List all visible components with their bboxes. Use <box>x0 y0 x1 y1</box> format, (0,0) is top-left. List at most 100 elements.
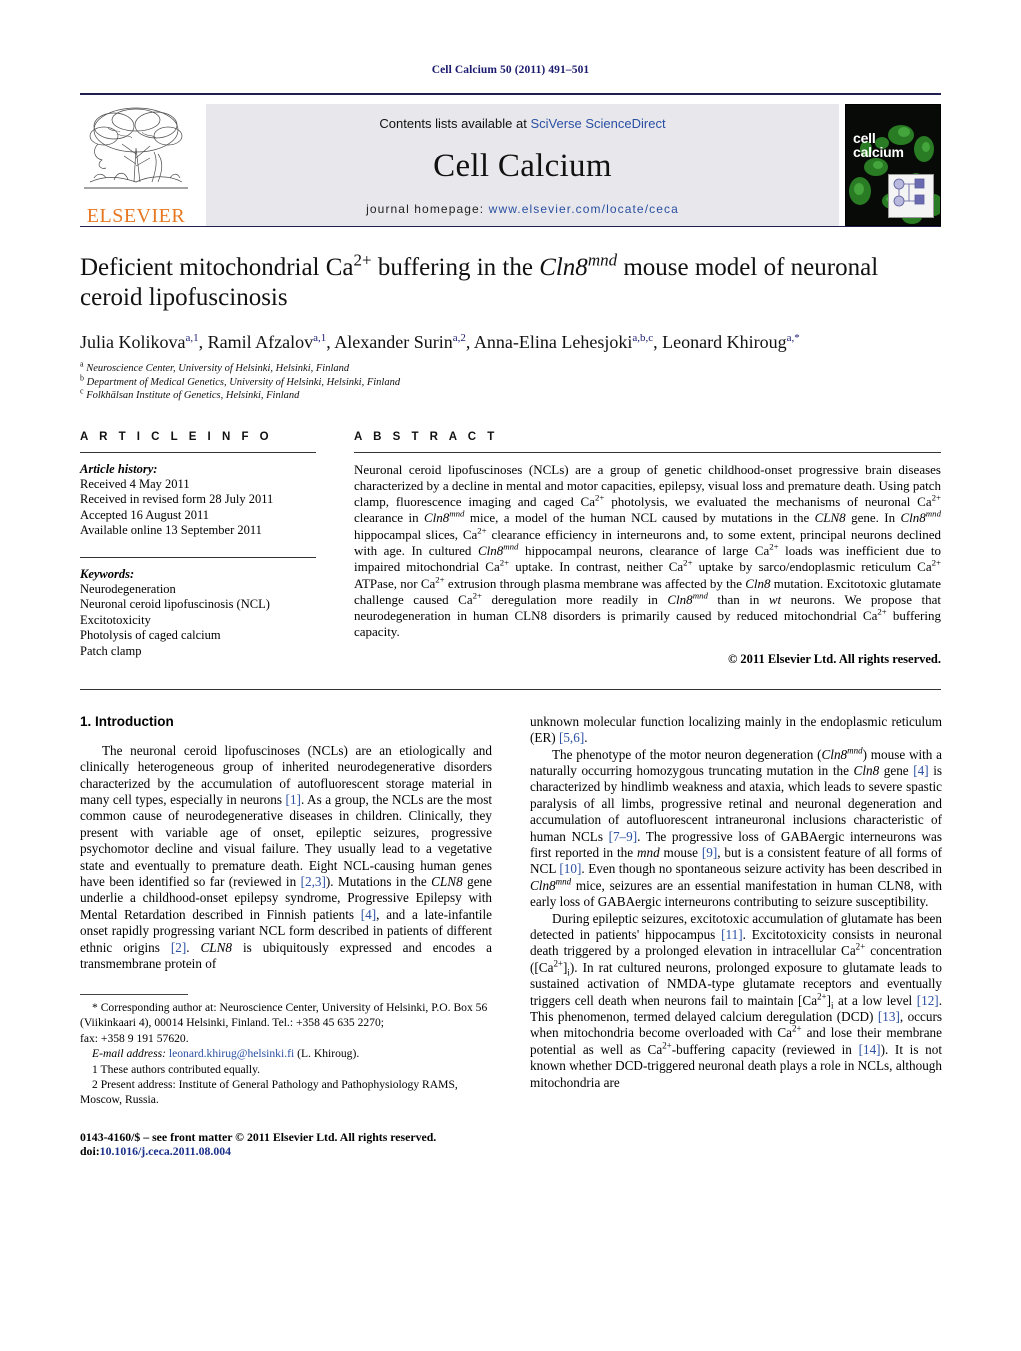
email-link[interactable]: leonard.khirug@helsinki.fi <box>169 1047 294 1060</box>
abstract-column: A B S T R A C T Neuronal ceroid lipofusc… <box>354 431 941 667</box>
sciencedirect-link[interactable]: SciVerse ScienceDirect <box>530 116 665 131</box>
title-superscript-charge: 2+ <box>353 250 372 270</box>
citation-link[interactable]: [14] <box>859 1042 881 1057</box>
journal-title: Cell Calcium <box>433 148 612 184</box>
author-list: Julia Kolikovaa,1, Ramil Afzalova,1, Ale… <box>80 332 800 352</box>
citation-link[interactable]: [13] <box>878 1009 900 1024</box>
keywords-label: Keywords: <box>80 566 135 581</box>
body-column-right: unknown molecular function localizing ma… <box>530 714 942 1159</box>
intro-paragraph-2: The phenotype of the motor neuron degene… <box>530 745 943 910</box>
doi-label: doi: <box>80 1144 100 1159</box>
citation-link[interactable]: [2] <box>171 940 186 955</box>
journal-cover-thumbnail: cell calcium <box>845 104 941 226</box>
footnote-block: * Corresponding author at: Neuroscience … <box>80 1001 492 1107</box>
citation-link[interactable]: [12] <box>917 993 939 1008</box>
intro-paragraph-3: During epileptic seizures, excitotoxic a… <box>530 910 942 1090</box>
author-item: Leonard Khirouga,* <box>662 332 800 352</box>
affiliation-mark: b <box>80 373 84 382</box>
author-name: Leonard Khiroug <box>662 332 787 352</box>
keywords-rule <box>80 556 316 558</box>
title-text-2: buffering in the <box>371 254 540 281</box>
journal-banner: ELSEVIER Contents lists available at Sci… <box>80 93 941 226</box>
footnote-equal-contribution: 1 These authors contributed equally. <box>92 1062 261 1076</box>
author-affiliation-marks: a,1 <box>313 332 327 344</box>
cover-title-line2: calcium <box>853 144 904 160</box>
keyword-item: Neuronal ceroid lipofuscinosis (NCL) <box>80 597 270 611</box>
doi-link[interactable]: 10.1016/j.ceca.2011.08.004 <box>100 1144 231 1158</box>
affiliation-item: c Folkhälsan Institute of Genetics, Hels… <box>80 386 941 403</box>
author-name: Anna-Elina Lehesjoki <box>473 332 633 352</box>
section-heading-introduction: 1. Introduction <box>80 713 174 729</box>
abstract-text: Neuronal ceroid lipofuscinoses (NCLs) ar… <box>354 461 942 640</box>
page-title: Deficient mitochondrial Ca2+ buffering i… <box>80 250 941 313</box>
author-item: Ramil Afzalova,1 <box>208 332 327 352</box>
author-name: Ramil Afzalov <box>207 332 314 352</box>
abstract-copyright: © 2011 Elsevier Ltd. All rights reserved… <box>727 651 941 666</box>
article-info-heading: A R T I C L E I N F O <box>80 430 273 443</box>
issn-copyright-block: 0143-4160/$ – see front matter © 2011 El… <box>80 1130 492 1159</box>
body-column-left: 1. Introduction The neuronal ceroid lipo… <box>80 714 492 1159</box>
citation-link[interactable]: [1] <box>286 792 301 807</box>
keyword-item: Photolysis of caged calcium <box>80 628 221 642</box>
intro-paragraph-1: The neuronal ceroid lipofuscinoses (NCLs… <box>80 742 493 972</box>
homepage-label: journal homepage: <box>366 202 485 216</box>
footnote-rule <box>80 994 188 996</box>
keyword-item: Neurodegeneration <box>80 581 176 596</box>
affiliation-text: Department of Medical Genetics, Universi… <box>86 376 401 388</box>
footnote-corresponding-author: * Corresponding author at: Neuroscience … <box>80 1001 488 1030</box>
contents-list-line: Contents lists available at SciVerse Sci… <box>379 116 665 131</box>
homepage-url-link[interactable]: www.elsevier.com/locate/ceca <box>489 202 679 216</box>
affiliation-mark: a <box>80 359 84 369</box>
author-affiliation-marks: a,b,c <box>632 332 654 344</box>
citation-link[interactable]: [10] <box>559 861 581 876</box>
body-columns: 1. Introduction The neuronal ceroid lipo… <box>80 714 942 1159</box>
contents-prefix: Contents lists available at <box>379 116 531 131</box>
title-text-1: Deficient mitochondrial Ca <box>80 254 354 281</box>
abstract-heading: A B S T R A C T <box>354 430 499 443</box>
citation-link[interactable]: [7–9] <box>609 829 638 844</box>
doi-line: doi:10.1016/j.ceca.2011.08.004 <box>80 1144 492 1159</box>
citation-link[interactable]: [5,6] <box>559 730 584 745</box>
article-history-list: Received 4 May 2011 Received in revised … <box>80 477 316 539</box>
author-affiliation-marks: a,* <box>786 332 800 344</box>
author-item: Julia Kolikovaa,1 <box>80 332 199 352</box>
history-item: Accepted 16 August 2011 <box>80 507 210 522</box>
affiliation-item: b Department of Medical Genetics, Univer… <box>80 373 941 390</box>
author-item: Alexander Surina,2 <box>334 332 466 352</box>
citation-link[interactable]: [4] <box>913 763 928 778</box>
body-top-rule <box>80 688 941 690</box>
citation-link[interactable]: [2,3] <box>301 874 326 889</box>
author-name: Alexander Surin <box>334 332 453 352</box>
citation-link[interactable]: [4] <box>361 907 376 922</box>
cover-title: cell calcium <box>853 131 904 159</box>
history-item: Received 4 May 2011 <box>80 476 190 491</box>
email-label: E-mail address: <box>92 1047 166 1061</box>
citation-link[interactable]: [11] <box>721 927 742 942</box>
author-item: Anna-Elina Lehesjokia,b,c <box>474 332 653 352</box>
info-abstract-section: A R T I C L E I N F O Article history: R… <box>80 431 941 667</box>
keyword-item: Patch clamp <box>80 643 142 658</box>
banner-bottom-rule <box>80 226 941 227</box>
journal-homepage-line: journal homepage: www.elsevier.com/locat… <box>366 202 679 216</box>
keyword-item: Excitotoxicity <box>80 612 151 627</box>
email-owner: (L. Khiroug). <box>297 1047 360 1061</box>
keywords-list: Neurodegeneration Neuronal ceroid lipofu… <box>80 582 316 660</box>
affiliation-list: a Neuroscience Center, University of Hel… <box>80 359 941 403</box>
citation-link[interactable]: [9] <box>702 845 717 860</box>
elsevier-logo: ELSEVIER <box>80 104 192 226</box>
title-gene-superscript: mnd <box>587 250 618 270</box>
title-gene-name: Cln8 <box>539 254 588 281</box>
article-history-label: Article history: <box>80 461 158 476</box>
affiliation-mark: c <box>80 386 84 396</box>
history-item: Received in revised form 28 July 2011 <box>80 492 274 506</box>
article-info-rule <box>80 451 316 453</box>
article-info-column: A R T I C L E I N F O Article history: R… <box>80 431 316 667</box>
affiliation-text: Folkhälsan Institute of Genetics, Helsin… <box>86 390 300 401</box>
elsevier-wordmark: ELSEVIER <box>86 205 186 227</box>
running-head: Cell Calcium 50 (2011) 491–501 <box>431 64 590 76</box>
intro-paragraph-1-continued: unknown molecular function localizing ma… <box>530 713 942 746</box>
paper-page: Cell Calcium 50 (2011) 491–501 ELSEVIER … <box>0 0 1021 1351</box>
cover-title-line1: cell <box>853 130 876 146</box>
footnote-fax: fax: +358 9 191 57620. <box>80 1031 189 1045</box>
history-item: Available online 13 September 2011 <box>80 523 262 537</box>
